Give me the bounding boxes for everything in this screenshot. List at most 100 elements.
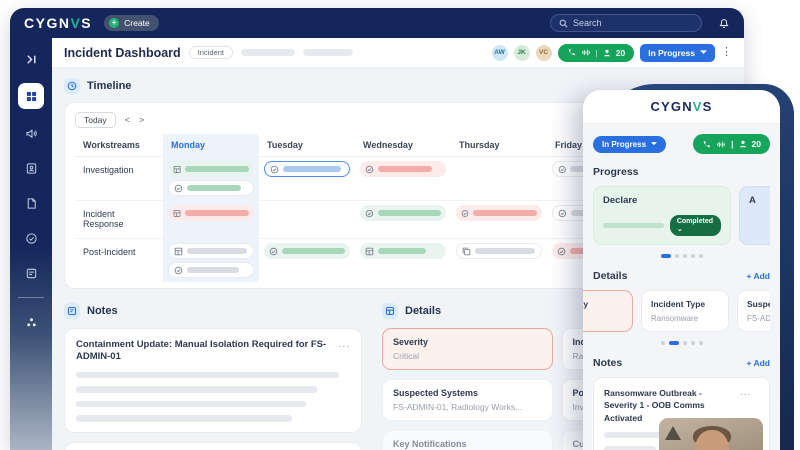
sidebar-collapse-toggle-icon[interactable] (20, 48, 42, 70)
task-card[interactable] (456, 243, 542, 259)
task-card[interactable] (168, 205, 254, 221)
notes-section: Notes Containment Update: Manual Isolati… (64, 303, 362, 450)
phone-detail-card[interactable]: SeverityCritical (583, 290, 633, 332)
phone-header: CYGNVS (583, 90, 780, 124)
timeline-cell (451, 200, 547, 238)
sidebar-item-tasks[interactable] (20, 227, 42, 249)
bell-icon[interactable] (718, 17, 730, 29)
sidebar-item-apps[interactable] (20, 311, 42, 333)
timeline-cell (163, 156, 259, 200)
prev-icon[interactable]: < (125, 115, 130, 125)
sidebar-item-notes[interactable] (20, 262, 42, 284)
phone-note-card[interactable]: Ransomware Outbreak - Severity 1 - OOB C… (593, 377, 770, 450)
pagination-dot[interactable] (674, 254, 679, 258)
next-icon[interactable]: > (139, 115, 144, 125)
pagination-dot[interactable] (682, 341, 687, 345)
timeline-title: Timeline (87, 80, 132, 92)
task-card[interactable] (360, 161, 446, 177)
detail-field-severity[interactable]: Severity Critical (382, 328, 553, 370)
task-card[interactable] (168, 180, 254, 196)
page-title: Incident Dashboard (64, 45, 181, 60)
sidebar-item-broadcast[interactable] (20, 122, 42, 144)
avatar[interactable]: VC (535, 44, 552, 61)
pagination-dot[interactable] (668, 341, 679, 345)
task-card[interactable] (360, 243, 446, 259)
progress-card-declare[interactable]: Declare Completed ⌄ (593, 186, 731, 245)
create-button[interactable]: + Create (104, 15, 159, 31)
note-card[interactable]: Containment Update: Manual Isolation Req… (64, 328, 362, 433)
details-carousel[interactable]: SeverityCriticalIncident TypeRansomwareS… (583, 290, 770, 332)
detail-field-suspected-systems[interactable]: Suspected Systems FS-ADMIN-01, Radiology … (382, 379, 553, 421)
pagination-dot[interactable] (690, 341, 695, 345)
task-card[interactable] (168, 262, 254, 278)
incident-badge: Incident (188, 46, 233, 59)
note-icon (26, 268, 36, 278)
phone-detail-card[interactable]: Suspected SyFS-ADMIN-01, (737, 290, 770, 332)
copy-icon (462, 247, 471, 255)
pagination-dot[interactable] (682, 254, 687, 258)
phone-call-pill[interactable]: | 20 (693, 134, 770, 154)
details-pagination-dots[interactable] (593, 341, 770, 345)
pagination-dot[interactable] (660, 341, 665, 345)
search-placeholder: Search (573, 18, 602, 28)
task-card[interactable] (360, 205, 446, 221)
top-bar: CYGNVS + Create Search (10, 8, 744, 38)
details-icon (382, 303, 398, 319)
apps-cluster-icon (26, 317, 36, 326)
detail-field-key-notifications[interactable]: Key NotificationsCMT activation pending/… (382, 430, 553, 450)
skeleton-line (76, 371, 340, 379)
note-menu-icon[interactable]: ... (740, 387, 751, 398)
note-title: Containment Update: Manual Isolation Req… (76, 339, 327, 363)
sidebar-item-contacts[interactable] (20, 157, 42, 179)
notes-icon (64, 303, 80, 319)
today-button[interactable]: Today (75, 112, 116, 128)
add-note-button[interactable]: + Add (746, 358, 770, 368)
column-header-monday[interactable]: Monday (163, 134, 259, 156)
completed-badge[interactable]: Completed ⌄ (669, 215, 721, 236)
pagination-dot[interactable] (698, 341, 703, 345)
status-label: In Progress (648, 47, 695, 58)
column-header-tuesday[interactable]: Tuesday (259, 134, 355, 156)
pagination-dot[interactable] (698, 254, 703, 258)
background-object (665, 426, 681, 440)
avatar[interactable]: AW (491, 44, 508, 61)
pagination-dot[interactable] (690, 254, 695, 258)
task-card[interactable] (456, 205, 542, 221)
column-header-thursday[interactable]: Thursday (451, 134, 547, 156)
check-circle-icon (174, 266, 183, 274)
check-circle-icon (558, 165, 566, 173)
phone-icon (703, 140, 711, 147)
task-card[interactable] (264, 161, 350, 177)
column-header-wednesday[interactable]: Wednesday (355, 134, 451, 156)
progress-pagination-dots[interactable] (593, 254, 770, 258)
call-pill[interactable]: | 20 (557, 43, 635, 62)
video-call-thumbnail[interactable]: Ralph Ewards (659, 418, 763, 450)
sidebar-item-documents[interactable] (20, 192, 42, 214)
timeline-cell (163, 200, 259, 238)
table-icon (365, 247, 374, 255)
status-dropdown[interactable]: In Progress (640, 43, 715, 62)
search-input[interactable]: Search (550, 14, 702, 32)
task-card[interactable] (264, 243, 350, 259)
timeline-cell (355, 156, 451, 200)
pagination-dot[interactable] (660, 254, 671, 258)
add-detail-button[interactable]: + Add (746, 271, 770, 281)
table-icon (173, 165, 181, 173)
cygnvs-logo: CYGNVS (24, 15, 93, 31)
progress-card-next[interactable]: A (739, 186, 770, 245)
progress-carousel[interactable]: Declare Completed ⌄ A (593, 186, 770, 245)
workstream-label: Incident Response (75, 200, 163, 238)
megaphone-icon (25, 128, 37, 138)
more-menu-icon[interactable]: ⋮ (721, 47, 732, 58)
sidebar-item-dashboard[interactable] (18, 83, 44, 109)
task-card[interactable] (168, 243, 254, 259)
task-card[interactable] (168, 161, 254, 177)
phone-detail-card[interactable]: Incident Type Ransomware (641, 290, 729, 332)
note-card[interactable]: Ransomware Outbreak - Severity 1 - OOB C… (64, 441, 362, 450)
progress-card-title: A (749, 195, 756, 206)
note-menu-icon[interactable]: ... (339, 339, 350, 350)
phone-status-label: In Progress (602, 139, 647, 149)
avatar[interactable]: JK (513, 44, 530, 61)
phone-status-dropdown[interactable]: In Progress (593, 135, 667, 153)
column-header-workstreams[interactable]: Workstreams (75, 134, 163, 156)
